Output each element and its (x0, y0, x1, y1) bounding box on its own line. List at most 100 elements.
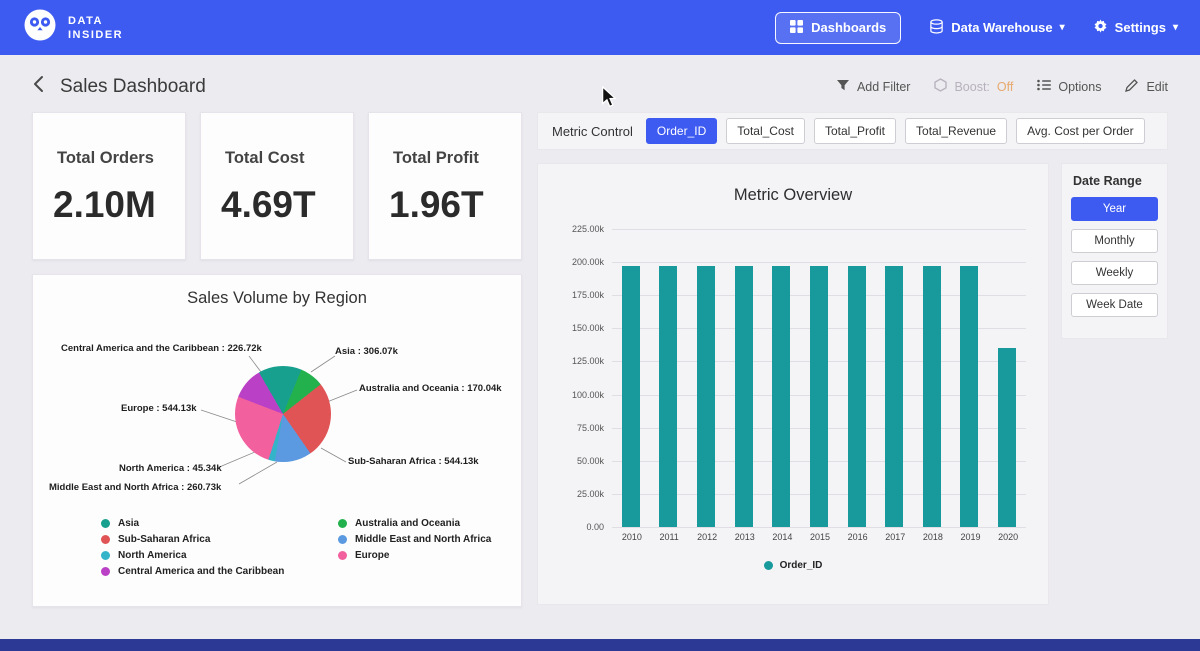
dashboards-nav-button[interactable]: Dashboards (775, 12, 901, 44)
gridline (612, 527, 1026, 528)
options-label: Options (1058, 80, 1101, 94)
legend-item[interactable]: Australia and Oceania (338, 518, 491, 529)
metric-button-total-profit[interactable]: Total_Profit (814, 118, 896, 144)
legend-label: Europe (355, 550, 389, 561)
metric-control-bar: Metric Control Order_ID Total_Cost Total… (537, 112, 1168, 150)
y-axis-tick: 50.00k (556, 456, 604, 466)
pie-circle[interactable] (235, 366, 331, 462)
dashboards-label: Dashboards (811, 20, 886, 35)
metric-button-total-cost[interactable]: Total_Cost (726, 118, 805, 144)
boost-toggle[interactable]: Boost: Off (934, 78, 1013, 95)
data-warehouse-menu[interactable]: Data Warehouse ▾ (929, 19, 1064, 37)
legend-item[interactable]: North America (101, 550, 338, 561)
metric-button-total-revenue[interactable]: Total_Revenue (905, 118, 1007, 144)
pie-callout-sub-saharan-africa: Sub-Saharan Africa : 544.13k (348, 456, 479, 467)
brand[interactable]: DATA INSIDER (22, 7, 123, 48)
boost-value: Off (997, 80, 1013, 94)
legend-item[interactable]: Europe (338, 550, 491, 561)
brand-line2: INSIDER (68, 28, 123, 42)
owl-logo-icon (22, 7, 58, 48)
x-axis-tick: 2018 (923, 532, 941, 542)
kpi-label: Total Cost (225, 149, 335, 168)
date-range-monthly-button[interactable]: Monthly (1071, 229, 1158, 253)
chevron-down-icon: ▾ (1060, 22, 1065, 33)
legend-dot (338, 519, 347, 528)
bars-group (612, 229, 1026, 527)
metric-button-avg-cost-per-order[interactable]: Avg. Cost per Order (1016, 118, 1145, 144)
x-axis-tick: 2019 (960, 532, 978, 542)
kpi-label: Total Orders (57, 149, 167, 168)
pie-legend: Asia Sub-Saharan Africa North America Ce… (49, 518, 505, 577)
x-axis: 2010201120122013201420152016201720182019… (612, 532, 1026, 542)
legend-label: North America (118, 550, 187, 561)
y-axis-tick: 225.00k (556, 224, 604, 234)
bar-2012[interactable] (697, 266, 715, 527)
bar-2015[interactable] (810, 266, 828, 527)
legend-label: Middle East and North Africa (355, 534, 491, 545)
bar-2014[interactable] (772, 266, 790, 527)
date-range-card: Date Range Year Monthly Weekly Week Date (1061, 163, 1168, 339)
bar-chart-legend[interactable]: Order_ID (556, 560, 1030, 571)
bar-chart-plot: 225.00k200.00k175.00k150.00k125.00k100.0… (612, 229, 1026, 527)
hexagon-icon (934, 78, 947, 95)
legend-dot (101, 551, 110, 560)
dashboard-header: Sales Dashboard Add Filter Boost: Off (0, 55, 1200, 112)
bar-2011[interactable] (659, 266, 677, 527)
legend-dot (338, 535, 347, 544)
kpi-label: Total Profit (393, 149, 503, 168)
legend-dot (101, 567, 110, 576)
x-axis-tick: 2014 (772, 532, 790, 542)
x-axis-tick: 2016 (848, 532, 866, 542)
pie-callout-north-america: North America : 45.34k (119, 463, 222, 474)
bar-2016[interactable] (848, 266, 866, 527)
kpi-card-total-profit: Total Profit 1.96T (368, 112, 522, 260)
pie-chart-card: Sales Volume by Region Asia : 306.07k (32, 274, 522, 607)
legend-label: Sub-Saharan Africa (118, 534, 210, 545)
kpi-card-total-cost: Total Cost 4.69T (200, 112, 354, 260)
kpi-value: 2.10M (53, 184, 167, 226)
pie-callout-asia: Asia : 306.07k (335, 346, 398, 357)
legend-item[interactable]: Asia (101, 518, 338, 529)
legend-dot (101, 535, 110, 544)
date-range-weekly-button[interactable]: Weekly (1071, 261, 1158, 285)
pie-chart-title: Sales Volume by Region (49, 289, 505, 308)
pie-callout-central-america-caribbean: Central America and the Caribbean : 226.… (61, 343, 262, 354)
date-range-year-button[interactable]: Year (1071, 197, 1158, 221)
x-axis-tick: 2017 (885, 532, 903, 542)
bar-2020[interactable] (998, 348, 1016, 527)
edit-button[interactable]: Edit (1125, 78, 1168, 95)
data-warehouse-label: Data Warehouse (951, 20, 1052, 35)
options-button[interactable]: Options (1037, 79, 1101, 94)
legend-label: Australia and Oceania (355, 518, 460, 529)
bar-2018[interactable] (923, 266, 941, 527)
grid-icon (790, 20, 803, 36)
add-filter-button[interactable]: Add Filter (836, 79, 911, 95)
metric-button-order-id[interactable]: Order_ID (646, 118, 717, 144)
dashboard-body: Total Orders 2.10M Total Cost 4.69T Tota… (0, 112, 1200, 607)
settings-menu[interactable]: Settings ▾ (1093, 19, 1178, 37)
legend-item[interactable]: Sub-Saharan Africa (101, 534, 338, 545)
date-range-week-date-button[interactable]: Week Date (1071, 293, 1158, 317)
pie-callout-middle-east-north-africa: Middle East and North Africa : 260.73k (49, 482, 221, 493)
pie-callout-australia-oceania: Australia and Oceania : 170.04k (359, 383, 502, 394)
bar-2017[interactable] (885, 266, 903, 527)
date-range-title: Date Range (1073, 174, 1158, 188)
y-axis-tick: 75.00k (556, 423, 604, 433)
bar-2013[interactable] (735, 266, 753, 527)
legend-item[interactable]: Middle East and North Africa (338, 534, 491, 545)
legend-dot (764, 561, 773, 570)
bar-chart-card: Metric Overview 225.00k200.00k175.00k150… (537, 163, 1049, 605)
boost-label: Boost: (954, 80, 989, 94)
pie-callout-europe: Europe : 544.13k (121, 403, 197, 414)
y-axis-tick: 150.00k (556, 323, 604, 333)
back-button[interactable] (32, 75, 44, 98)
legend-item[interactable]: Central America and the Caribbean (101, 566, 338, 577)
bar-2010[interactable] (622, 266, 640, 527)
funnel-icon (836, 79, 850, 95)
add-filter-label: Add Filter (857, 80, 911, 94)
x-axis-tick: 2012 (697, 532, 715, 542)
kpi-value: 4.69T (221, 184, 335, 226)
bar-2019[interactable] (960, 266, 978, 527)
footer-strip (0, 639, 1200, 651)
kpi-value: 1.96T (389, 184, 503, 226)
